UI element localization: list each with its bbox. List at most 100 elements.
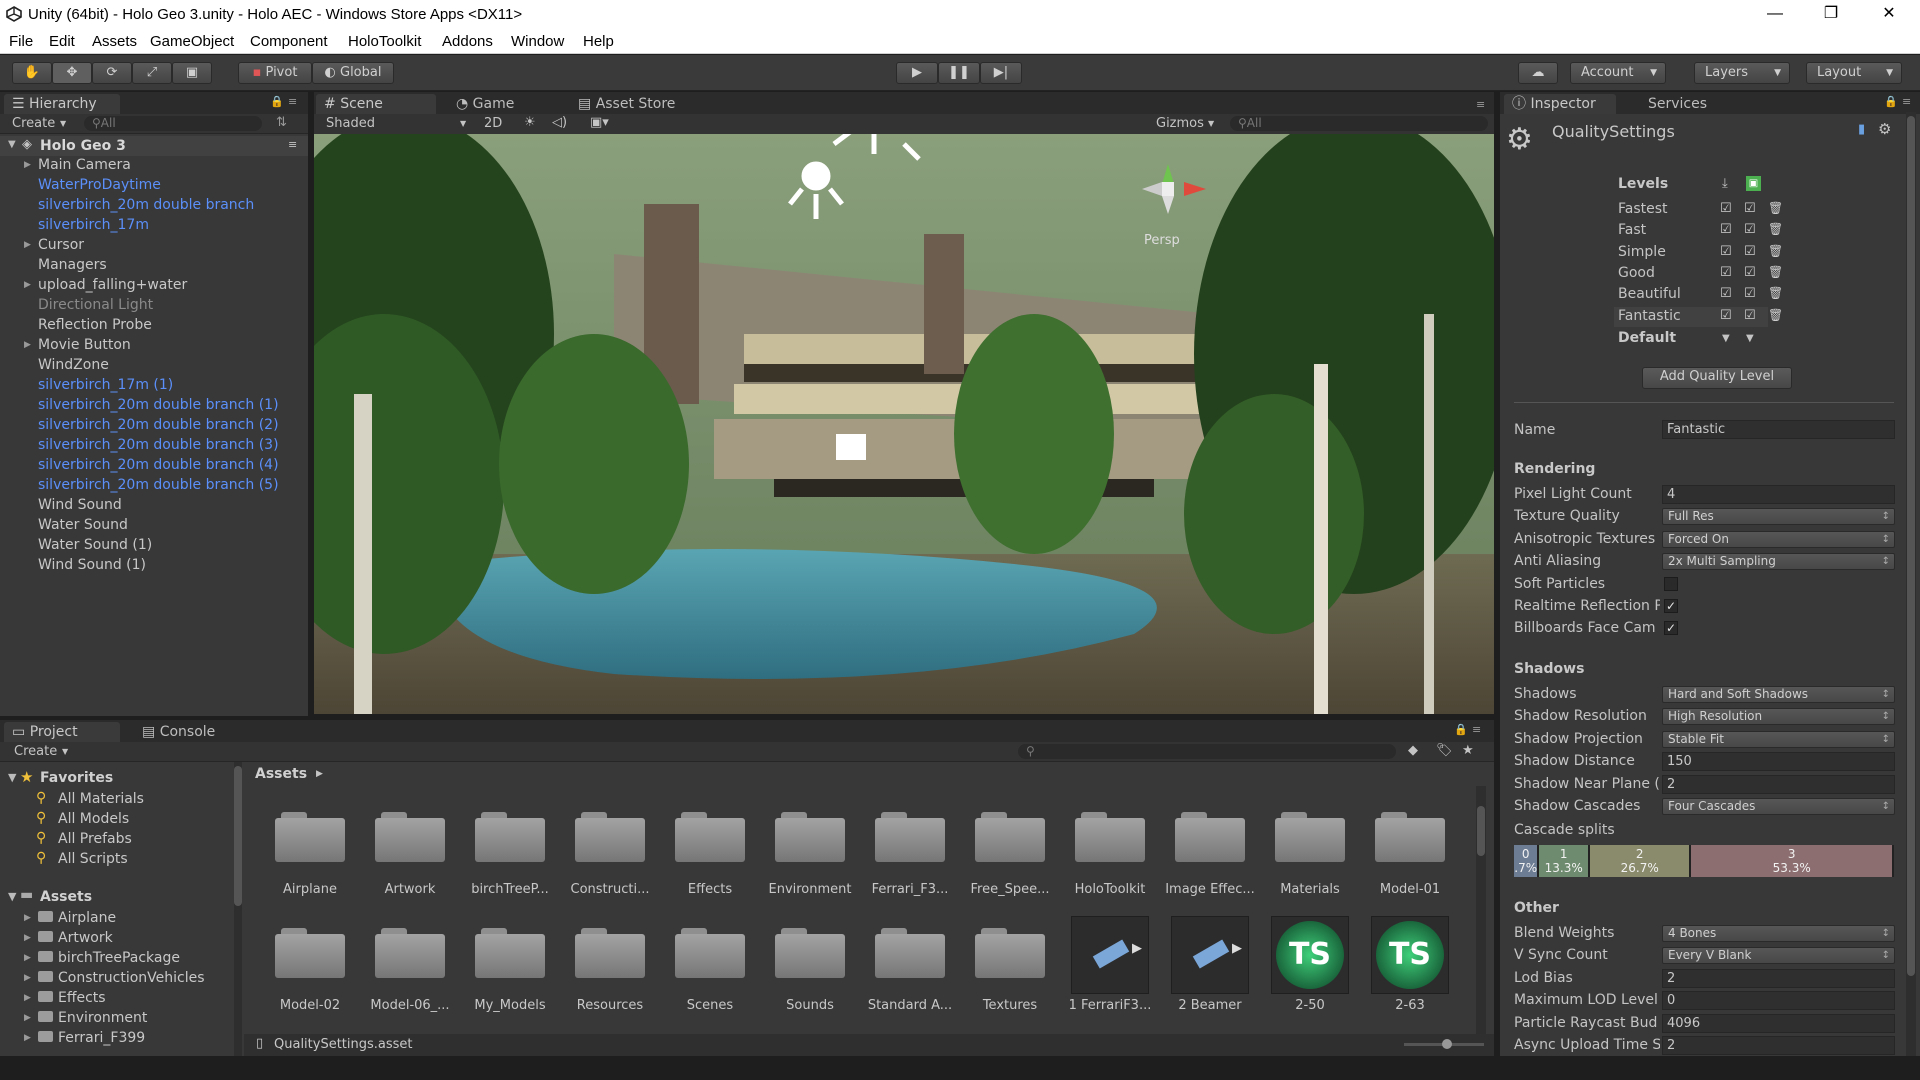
asset-thumbnail[interactable]: ▶ xyxy=(1071,916,1149,994)
persp-label[interactable]: Persp xyxy=(1144,233,1180,248)
quality-level-row[interactable]: Fast ☑ ☑ 🗑 xyxy=(1614,221,1783,241)
folder-icon[interactable] xyxy=(1275,808,1345,862)
asset-thumbnail[interactable]: TS xyxy=(1371,916,1449,994)
scene-row[interactable]: ▼ ◈ Holo Geo 3 ≡ xyxy=(0,136,308,156)
favorite-star-icon[interactable]: ★ xyxy=(1462,743,1474,758)
2d-toggle[interactable]: 2D xyxy=(484,116,502,131)
trash-icon[interactable]: 🗑 xyxy=(1768,244,1783,258)
tab-game[interactable]: ◔ Game xyxy=(448,94,538,114)
collapsed-triangle-icon[interactable]: ▶ xyxy=(24,240,31,250)
move-tool-button[interactable]: ✥ xyxy=(52,62,92,84)
hierarchy-item[interactable]: silverbirch_20m double branch (3) xyxy=(0,436,308,456)
level-checkbox-android[interactable]: ☑ xyxy=(1744,265,1756,280)
folder-icon[interactable] xyxy=(375,808,445,862)
hierarchy-item[interactable]: silverbirch_20m double branch (5) xyxy=(0,476,308,496)
cascade-segment[interactable]: 1 13.3% xyxy=(1539,845,1588,877)
restore-button[interactable]: ❐ xyxy=(1808,0,1854,30)
level-checkbox-standalone[interactable]: ☑ xyxy=(1720,265,1732,280)
collapsed-triangle-icon[interactable]: ▶ xyxy=(24,340,31,350)
tab-hierarchy[interactable]: ☰ Hierarchy xyxy=(4,94,120,114)
effects-toggle-icon[interactable]: ▣▾ xyxy=(590,115,609,130)
hierarchy-item[interactable]: Water Sound (1) xyxy=(0,536,308,556)
setting-dropdown[interactable]: Four Cascades ↕ xyxy=(1662,798,1895,815)
slider-thumb[interactable] xyxy=(1442,1039,1452,1049)
menu-help[interactable]: Help xyxy=(583,33,614,50)
lock-icon[interactable]: 🔒 xyxy=(1454,723,1468,736)
collapsed-triangle-icon[interactable]: ▶ xyxy=(24,160,31,170)
setting-field[interactable]: 0 xyxy=(1662,991,1895,1011)
collapsed-triangle-icon[interactable]: ▶ xyxy=(24,280,31,290)
setting-checkbox[interactable]: ✓ xyxy=(1664,599,1678,613)
favorite-item[interactable]: ⚲ All Materials xyxy=(0,790,230,810)
menu-assets[interactable]: Assets xyxy=(92,33,137,50)
hierarchy-item[interactable]: silverbirch_17m xyxy=(0,216,308,236)
collapsed-triangle-icon[interactable]: ▶ xyxy=(24,1013,31,1023)
panel-menu-icon[interactable]: ≡ xyxy=(1476,98,1485,111)
setting-dropdown[interactable]: Forced On ↕ xyxy=(1662,530,1895,548)
global-toggle[interactable]: ◐ Global xyxy=(312,62,394,84)
play-preview-icon[interactable]: ▶ xyxy=(1132,941,1142,956)
tab-scene[interactable]: # Scene xyxy=(316,94,436,114)
menu-file[interactable]: File xyxy=(9,33,33,50)
hierarchy-item[interactable]: ▶ Cursor xyxy=(0,236,308,256)
menu-window[interactable]: Window xyxy=(511,33,564,50)
level-checkbox-standalone[interactable]: ☑ xyxy=(1720,308,1732,323)
lighting-toggle-icon[interactable]: ☀ xyxy=(524,115,536,130)
gizmos-dropdown[interactable]: Gizmos xyxy=(1156,116,1204,131)
scrollbar-thumb[interactable] xyxy=(1477,806,1485,856)
hierarchy-item[interactable]: silverbirch_17m (1) xyxy=(0,376,308,396)
menu-holotoolkit[interactable]: HoloToolkit xyxy=(348,33,421,50)
project-search-input[interactable]: ⚲ xyxy=(1018,744,1396,759)
setting-dropdown[interactable]: Full Res ↕ xyxy=(1662,508,1895,526)
favorite-item[interactable]: ⚲ All Prefabs xyxy=(0,830,230,850)
hierarchy-item[interactable]: Wind Sound (1) xyxy=(0,556,308,576)
asset-tree-item[interactable]: ▶ Artwork xyxy=(0,929,230,949)
search-by-type-icon[interactable]: ◆ xyxy=(1408,743,1418,758)
hierarchy-item[interactable]: silverbirch_20m double branch (1) xyxy=(0,396,308,416)
scrollbar-thumb[interactable] xyxy=(1907,116,1915,976)
folder-icon[interactable] xyxy=(875,808,945,862)
setting-dropdown[interactable]: High Resolution ↕ xyxy=(1662,708,1895,726)
asset-tree-item[interactable]: ▶ Environment xyxy=(0,1009,230,1029)
cascade-segment[interactable]: 2 26.7% xyxy=(1590,845,1690,877)
hierarchy-item[interactable]: Wind Sound xyxy=(0,496,308,516)
play-button[interactable]: ▶ xyxy=(896,62,938,84)
folder-icon[interactable] xyxy=(775,808,845,862)
hierarchy-search-input[interactable]: ⚲All xyxy=(84,116,262,131)
tab-asset-store[interactable]: ▤ Asset Store xyxy=(570,94,700,114)
tab-console[interactable]: ▤ Console xyxy=(134,722,234,742)
breadcrumb[interactable]: Assets xyxy=(255,766,307,782)
trash-icon[interactable]: 🗑 xyxy=(1768,308,1783,322)
collapsed-triangle-icon[interactable]: ▶ xyxy=(24,973,31,983)
setting-dropdown[interactable]: 2x Multi Sampling ↕ xyxy=(1662,553,1895,571)
asset-grid-scrollbar[interactable] xyxy=(1476,786,1486,1036)
folder-icon[interactable] xyxy=(1175,808,1245,862)
trash-icon[interactable]: 🗑 xyxy=(1768,222,1783,236)
folder-icon[interactable] xyxy=(675,808,745,862)
asset-tree-item[interactable]: ▶ birchTreePackage xyxy=(0,949,230,969)
folder-icon[interactable] xyxy=(275,924,345,978)
level-checkbox-standalone[interactable]: ☑ xyxy=(1720,222,1732,237)
pause-button[interactable]: ❚❚ xyxy=(938,62,980,84)
cascade-segment[interactable]: 3 53.3% xyxy=(1691,845,1892,877)
favorite-item[interactable]: ⚲ All Models xyxy=(0,810,230,830)
setting-field[interactable]: 150 xyxy=(1662,752,1895,772)
setting-dropdown[interactable]: 4 Bones ↕ xyxy=(1662,925,1895,942)
cascade-splits-bar[interactable]: 0.7% 1 13.3% 2 26.7% 3 53.3% xyxy=(1514,845,1894,877)
inspector-scrollbar[interactable] xyxy=(1906,112,1916,1056)
setting-dropdown[interactable]: Stable Fit ↕ xyxy=(1662,730,1895,748)
setting-field[interactable]: 4096 xyxy=(1662,1013,1895,1033)
hierarchy-item[interactable]: silverbirch_20m double branch (4) xyxy=(0,456,308,476)
level-checkbox-android[interactable]: ☑ xyxy=(1744,201,1756,216)
hierarchy-item[interactable]: silverbirch_20m double branch (2) xyxy=(0,416,308,436)
hierarchy-item[interactable]: WaterProDaytime xyxy=(0,176,308,196)
chevron-down-icon[interactable]: ▼ xyxy=(1746,333,1754,344)
hierarchy-item[interactable]: Water Sound xyxy=(0,516,308,536)
asset-tree-item[interactable]: ▶ Ferrari_F399 xyxy=(0,1029,230,1049)
scene-viewport[interactable]: Persp xyxy=(314,134,1494,714)
setting-field[interactable]: 2 xyxy=(1662,774,1895,794)
collapsed-triangle-icon[interactable]: ▶ xyxy=(24,1033,31,1043)
menu-addons[interactable]: Addons xyxy=(442,33,493,50)
setting-dropdown[interactable]: Every V Blank ↕ xyxy=(1662,947,1895,965)
hierarchy-item[interactable]: ▶ upload_falling+water xyxy=(0,276,308,296)
